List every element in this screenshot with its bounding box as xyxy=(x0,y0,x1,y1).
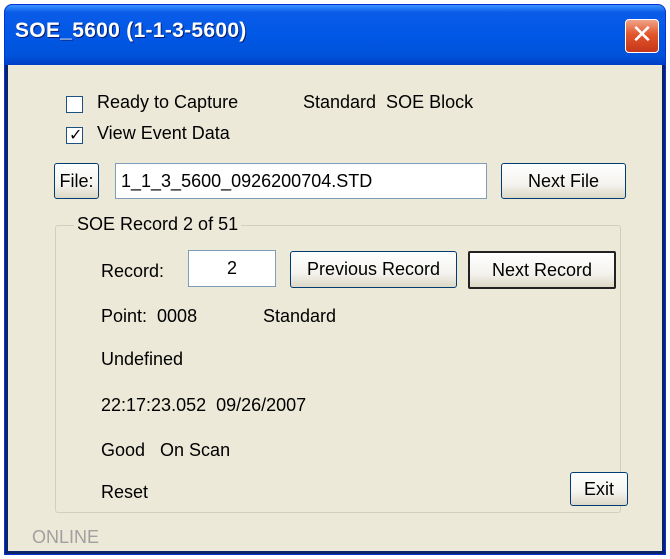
dialog-client-area: Ready to Capture Standard SOE Block ✓ Vi… xyxy=(8,65,662,551)
point-number-text: Point: 0008 xyxy=(101,306,198,326)
point-type-text: Standard xyxy=(263,306,337,326)
next-record-button[interactable]: Next Record xyxy=(468,251,616,289)
block-type-text: Standard SOE Block xyxy=(303,92,474,112)
file-name-field[interactable]: 1_1_3_5600_0926200704.STD xyxy=(115,163,487,199)
close-button[interactable]: ✕ xyxy=(625,19,659,53)
exit-button[interactable]: Exit xyxy=(570,472,628,506)
point-quality-text: Good On Scan xyxy=(101,440,231,460)
soe-dialog-window: SOE_5600 (1-1-3-5600) ✕ Ready to Capture… xyxy=(4,4,666,555)
view-event-data-checkbox[interactable]: ✓ xyxy=(66,125,83,144)
soe-record-group-title: SOE Record 2 of 51 xyxy=(74,214,242,235)
title-bar[interactable]: SOE_5600 (1-1-3-5600) ✕ xyxy=(5,5,665,65)
point-description-text: Undefined xyxy=(101,349,184,369)
close-icon: ✕ xyxy=(631,20,653,50)
ready-to-capture-checkbox[interactable] xyxy=(66,96,83,113)
ready-to-capture-label[interactable]: Ready to Capture xyxy=(97,92,238,113)
event-timestamp-text: 22:17:23.052 09/26/2007 xyxy=(101,395,307,415)
point-state-text: Reset xyxy=(101,482,149,502)
view-event-data-label[interactable]: View Event Data xyxy=(97,123,230,144)
record-number-field[interactable]: 2 xyxy=(188,250,276,287)
previous-record-button[interactable]: Previous Record xyxy=(290,251,457,288)
file-button[interactable]: File: xyxy=(54,163,99,199)
window-title: SOE_5600 (1-1-3-5600) xyxy=(15,19,247,42)
checkmark-icon: ✓ xyxy=(69,125,83,144)
record-label: Record: xyxy=(101,261,165,281)
next-file-button[interactable]: Next File xyxy=(501,163,626,199)
connection-status-text: ONLINE xyxy=(32,527,100,547)
